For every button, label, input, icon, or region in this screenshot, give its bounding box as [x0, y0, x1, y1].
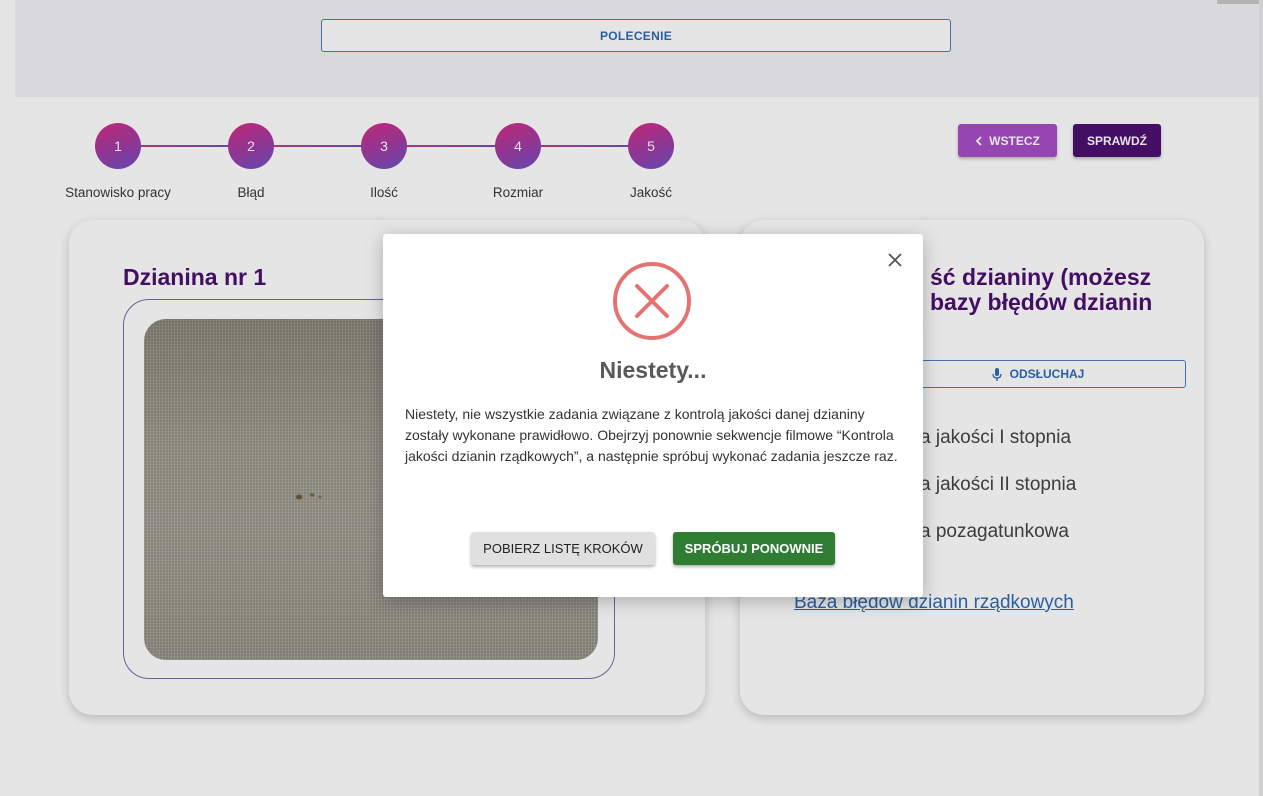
error-dialog: Niestety... Niestety, nie wszystkie zada… [383, 234, 923, 597]
close-icon[interactable] [885, 250, 905, 270]
dialog-title: Niestety... [599, 357, 707, 383]
retry-button[interactable]: SPRÓBUJ PONOWNIE [673, 532, 835, 565]
error-x-icon [613, 262, 691, 340]
download-steps-button[interactable]: POBIERZ LISTĘ KROKÓW [471, 532, 655, 565]
dialog-message: Niestety, nie wszystkie zadania związane… [405, 406, 898, 464]
